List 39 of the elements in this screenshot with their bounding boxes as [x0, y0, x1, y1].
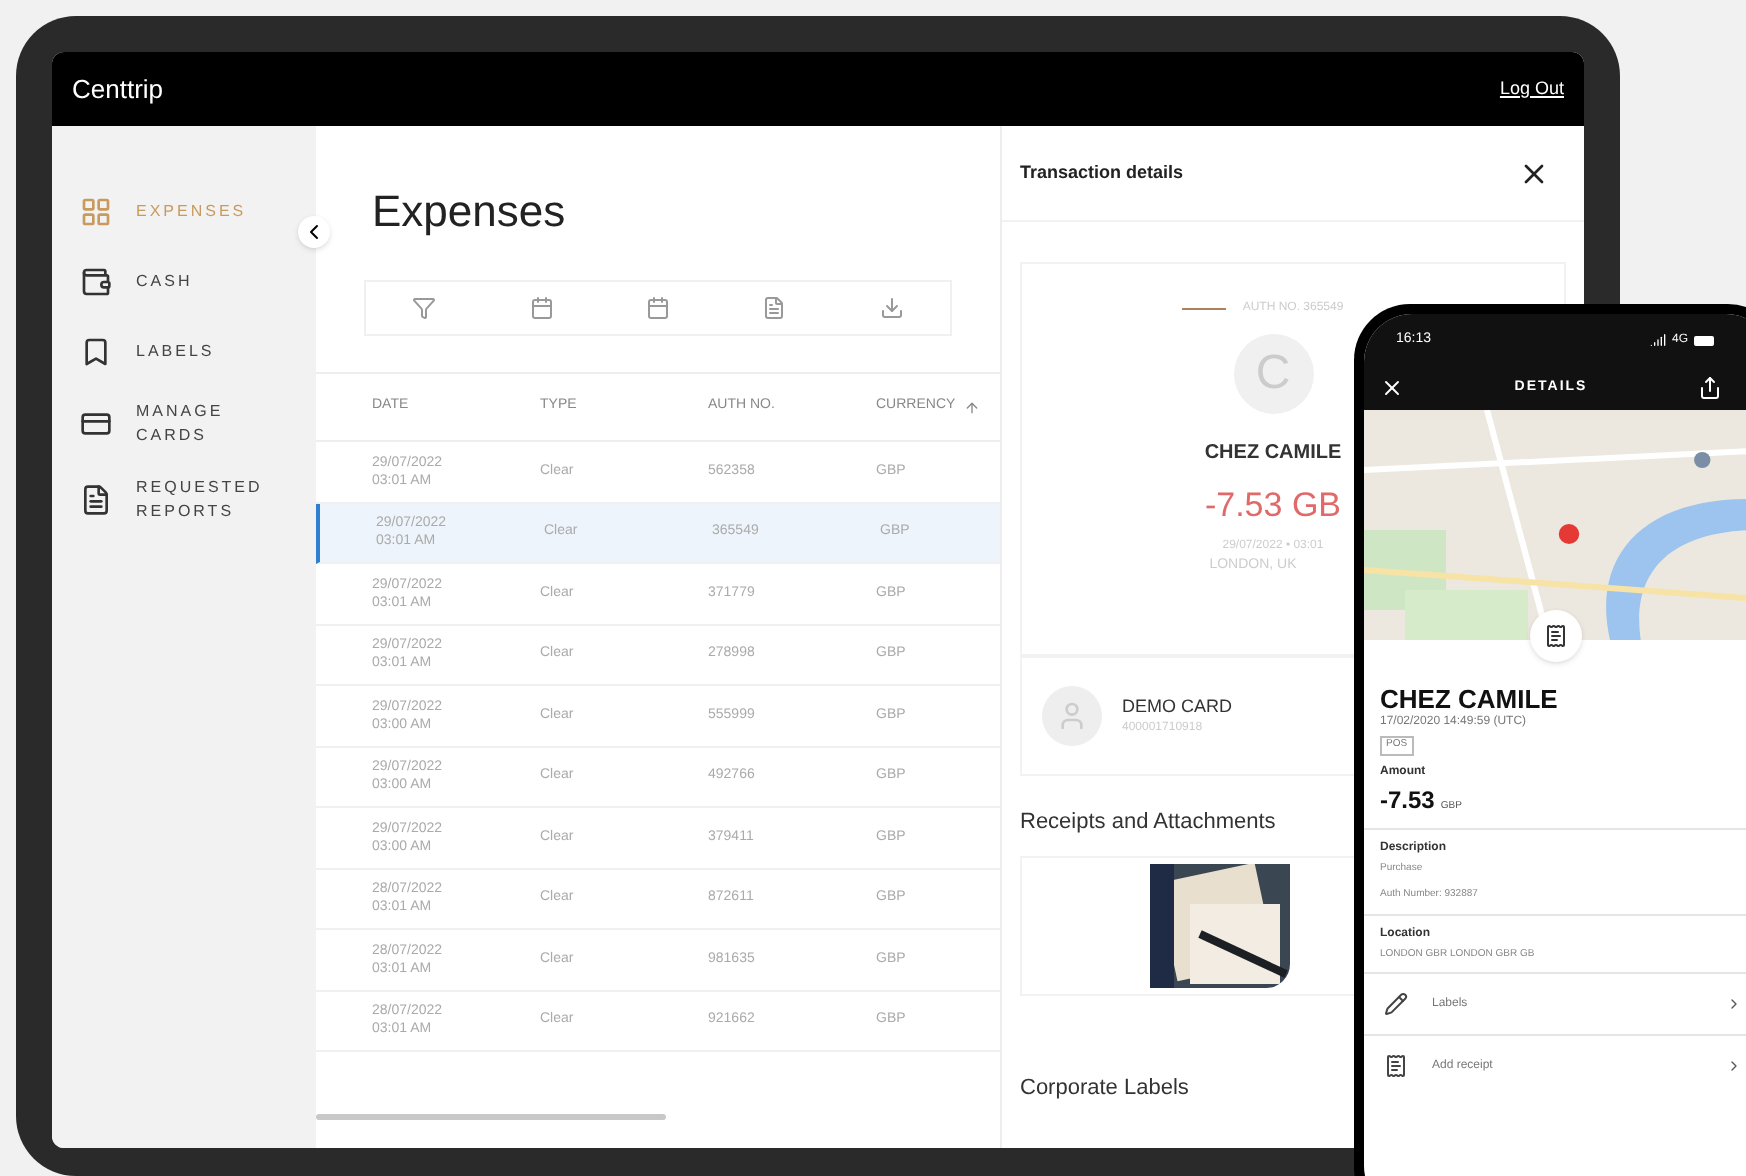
- bookmark-icon: [80, 335, 112, 367]
- receipt-icon: [1544, 624, 1568, 648]
- section-title: Receipts and Attachments: [1020, 808, 1276, 838]
- report-icon: [80, 484, 112, 516]
- battery-icon: [1694, 335, 1714, 345]
- sidebar-item[interactable]: CASH: [52, 260, 316, 302]
- calendar-icon[interactable]: [645, 296, 670, 320]
- section-title: Corporate Labels: [1020, 1073, 1189, 1103]
- page-title: Expenses: [372, 184, 566, 240]
- download-icon[interactable]: [879, 296, 904, 320]
- panel-title: Transaction details: [1020, 159, 1184, 186]
- cards-icon: [80, 408, 112, 440]
- document-icon[interactable]: [762, 296, 787, 320]
- collapse-button[interactable]: [298, 216, 330, 248]
- share-icon[interactable]: [1698, 376, 1722, 400]
- sort-arrow-icon: [963, 399, 980, 415]
- merchant-name: CHEZ CAMILE: [1204, 440, 1342, 468]
- accent-line: [1182, 308, 1227, 310]
- close-icon[interactable]: [1380, 376, 1404, 400]
- chevron-right-icon: [1726, 1058, 1742, 1074]
- card-name: DEMO CARD: [1122, 693, 1233, 720]
- amount: -7.53: [1380, 783, 1435, 817]
- pencil-icon: [1384, 992, 1408, 1016]
- logout-link[interactable]: Log Out: [1499, 75, 1564, 103]
- user-avatar: [1042, 686, 1102, 746]
- sidebar-item[interactable]: MANAGE CARDS: [52, 400, 316, 448]
- grid-icon: [80, 195, 112, 227]
- merchant-name: CHEZ CAMILE: [1380, 684, 1560, 714]
- sidebar-item[interactable]: LABELS: [52, 330, 316, 372]
- sidebar-item[interactable]: EXPENSES: [52, 190, 316, 232]
- amount: -7.53 GB: [1204, 484, 1342, 528]
- signal-icon: [1649, 332, 1666, 348]
- receipt-icon: [1384, 1054, 1408, 1078]
- chevron-right-icon: [1726, 996, 1742, 1012]
- wallet-icon: [80, 265, 112, 297]
- brand-logo: Centtrip: [72, 71, 164, 108]
- sidebar-item[interactable]: REQUESTED REPORTS: [52, 476, 316, 524]
- filter-icon[interactable]: [412, 296, 437, 320]
- calendar-icon[interactable]: [529, 296, 554, 320]
